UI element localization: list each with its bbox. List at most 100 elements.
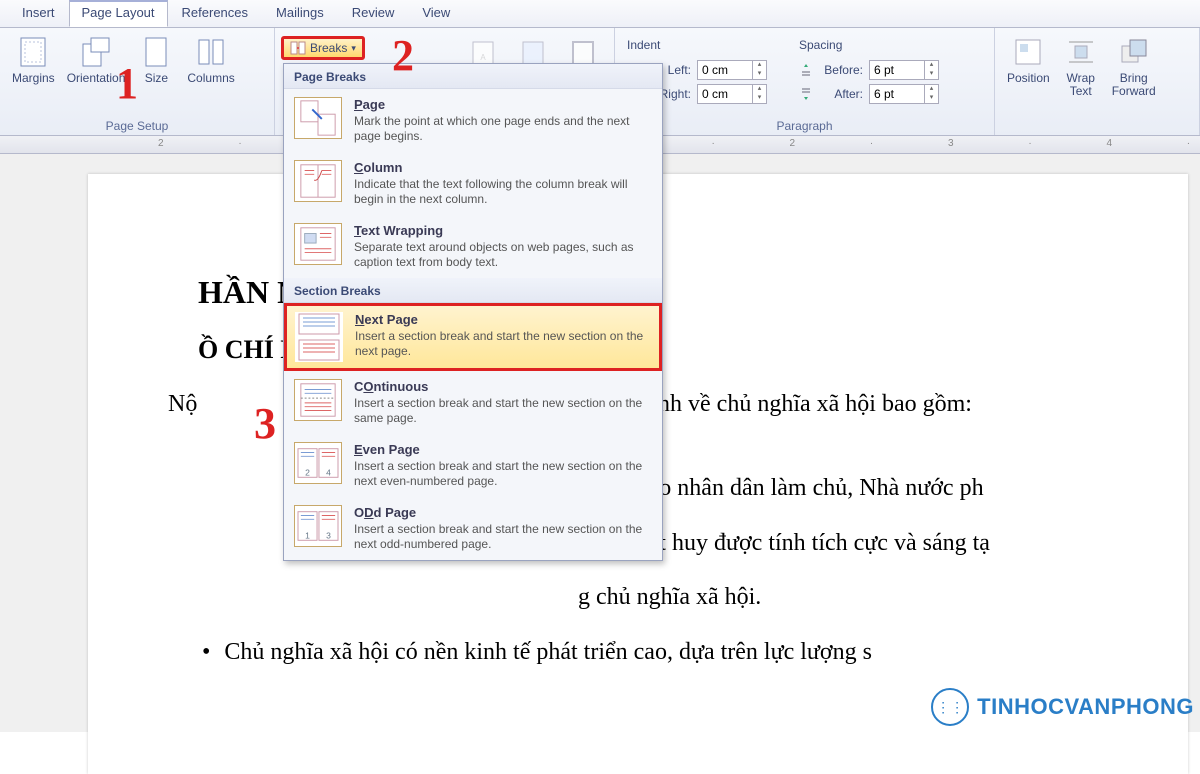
spin-up[interactable]: ▴ xyxy=(924,61,938,70)
spacing-before-icon xyxy=(799,63,813,77)
svg-text:3: 3 xyxy=(326,530,331,540)
indent-right-spinner[interactable]: ▴▾ xyxy=(697,84,767,104)
breaks-caret-icon: ▾ xyxy=(351,43,356,54)
wrap-text-button[interactable]: Wrap Text xyxy=(1056,32,1106,102)
break-continuous-item[interactable]: COntinuous Insert a section break and sta… xyxy=(284,371,662,434)
size-button[interactable]: Size xyxy=(131,32,181,89)
margins-icon xyxy=(17,36,49,68)
break-text-wrapping-icon xyxy=(294,223,342,265)
break-text-wrapping-item[interactable]: Text Wrapping Separate text around object… xyxy=(284,215,662,278)
break-even-page-item[interactable]: 24 Even PageInsert a section break and s… xyxy=(284,434,662,497)
section-breaks-header: Section Breaks xyxy=(284,278,662,303)
columns-label: Columns xyxy=(187,72,234,85)
break-continuous-icon xyxy=(294,379,342,421)
break-page-icon xyxy=(294,97,342,139)
tab-mailings[interactable]: Mailings xyxy=(262,0,338,27)
indent-right-input[interactable] xyxy=(698,87,752,101)
breaks-dropdown: Page Breaks Page Mark the point at which … xyxy=(283,63,663,561)
break-next-page-item[interactable]: Next Page Insert a section break and star… xyxy=(284,303,662,371)
annotation-3: 3 xyxy=(254,398,276,449)
break-odd-page-desc: Insert a section break and start the new… xyxy=(354,522,652,552)
watermark-text: TINHOCVANPHONG xyxy=(977,694,1194,720)
spacing-before-spinner[interactable]: ▴▾ xyxy=(869,60,939,80)
spin-down[interactable]: ▾ xyxy=(924,94,938,103)
size-label: Size xyxy=(145,72,168,85)
break-odd-page-title: ODd Page xyxy=(354,505,652,520)
spacing-after-icon xyxy=(799,87,813,101)
spacing-before-label: Before: xyxy=(819,63,863,77)
break-even-page-title: Even Page xyxy=(354,442,652,457)
margins-button[interactable]: Margins xyxy=(6,32,61,89)
break-text-wrapping-title: Text Wrapping xyxy=(354,223,652,238)
break-odd-page-icon: 13 xyxy=(294,505,342,547)
break-column-icon xyxy=(294,160,342,202)
break-next-page-desc: Insert a section break and start the new… xyxy=(355,329,651,359)
annotation-1: 1 xyxy=(116,58,138,109)
break-continuous-title: COntinuous xyxy=(354,379,652,394)
break-next-page-title: Next Page xyxy=(355,312,651,327)
break-next-page-icon xyxy=(295,312,343,362)
wrap-text-label: Wrap Text xyxy=(1066,72,1094,98)
bring-forward-icon xyxy=(1118,36,1150,68)
svg-text:A: A xyxy=(480,53,486,62)
page-setup-group-label: Page Setup xyxy=(6,117,268,133)
position-label: Position xyxy=(1007,72,1050,85)
spacing-title: Spacing xyxy=(799,38,939,52)
doc-bullet-4: Chủ nghĩa xã hội có nền kinh tế phát tri… xyxy=(202,633,1108,671)
columns-icon xyxy=(195,36,227,68)
break-odd-page-item[interactable]: 13 ODd PageInsert a section break and st… xyxy=(284,497,662,560)
doc-bullet-3: g chủ nghĩa xã hội. xyxy=(198,578,1108,616)
spin-down[interactable]: ▾ xyxy=(924,70,938,79)
spin-down[interactable]: ▾ xyxy=(752,94,766,103)
break-even-page-desc: Insert a section break and start the new… xyxy=(354,459,652,489)
paragraph-group-label: Paragraph xyxy=(621,117,988,133)
spacing-after-input[interactable] xyxy=(870,87,924,101)
break-continuous-desc: Insert a section break and start the new… xyxy=(354,396,652,426)
group-arrange: Position Wrap Text Bring Forward xyxy=(995,28,1200,135)
break-page-desc: Mark the point at which one page ends an… xyxy=(354,114,652,144)
orientation-icon xyxy=(80,36,112,68)
svg-text:1: 1 xyxy=(305,530,310,540)
spacing-after-spinner[interactable]: ▴▾ xyxy=(869,84,939,104)
tab-page-layout[interactable]: Page Layout xyxy=(69,0,168,27)
wrap-text-icon xyxy=(1065,36,1097,68)
position-button[interactable]: Position xyxy=(1001,32,1056,89)
break-column-desc: Indicate that the text following the col… xyxy=(354,177,652,207)
spin-up[interactable]: ▴ xyxy=(752,61,766,70)
breaks-label: Breaks xyxy=(310,41,347,55)
break-text-wrapping-desc: Separate text around objects on web page… xyxy=(354,240,652,270)
page-breaks-header: Page Breaks xyxy=(284,64,662,89)
tab-review[interactable]: Review xyxy=(338,0,409,27)
break-page-title: Page xyxy=(354,97,652,112)
annotation-2: 2 xyxy=(392,30,414,81)
break-even-page-icon: 24 xyxy=(294,442,342,484)
size-icon xyxy=(140,36,172,68)
spacing-after-label: After: xyxy=(819,87,863,101)
spin-up[interactable]: ▴ xyxy=(924,85,938,94)
group-paragraph: Indent Left: ▴▾ Right: ▴▾ Spacing Before… xyxy=(615,28,995,135)
tab-references[interactable]: References xyxy=(168,0,262,27)
spin-down[interactable]: ▾ xyxy=(752,70,766,79)
margins-label: Margins xyxy=(12,72,55,85)
spacing-before-input[interactable] xyxy=(870,63,924,77)
watermark-logo-icon: ⋮⋮ xyxy=(931,688,969,726)
svg-text:4: 4 xyxy=(326,467,331,477)
indent-left-spinner[interactable]: ▴▾ xyxy=(697,60,767,80)
ribbon-tabs: Insert Page Layout References Mailings R… xyxy=(0,0,1200,28)
indent-title: Indent xyxy=(627,38,767,52)
break-column-item[interactable]: Column Indicate that the text following t… xyxy=(284,152,662,215)
bring-forward-button[interactable]: Bring Forward xyxy=(1106,32,1162,102)
columns-button[interactable]: Columns xyxy=(181,32,240,89)
tab-insert[interactable]: Insert xyxy=(8,0,69,27)
break-page-item[interactable]: Page Mark the point at which one page end… xyxy=(284,89,662,152)
tab-view[interactable]: View xyxy=(408,0,464,27)
spin-up[interactable]: ▴ xyxy=(752,85,766,94)
position-icon xyxy=(1012,36,1044,68)
watermark: ⋮⋮ TINHOCVANPHONG xyxy=(931,688,1194,726)
breaks-icon xyxy=(290,41,306,55)
break-column-title: Column xyxy=(354,160,652,175)
bring-forward-label: Bring Forward xyxy=(1112,72,1156,98)
indent-left-input[interactable] xyxy=(698,63,752,77)
breaks-button[interactable]: Breaks ▾ xyxy=(281,36,365,60)
svg-text:2: 2 xyxy=(305,467,310,477)
